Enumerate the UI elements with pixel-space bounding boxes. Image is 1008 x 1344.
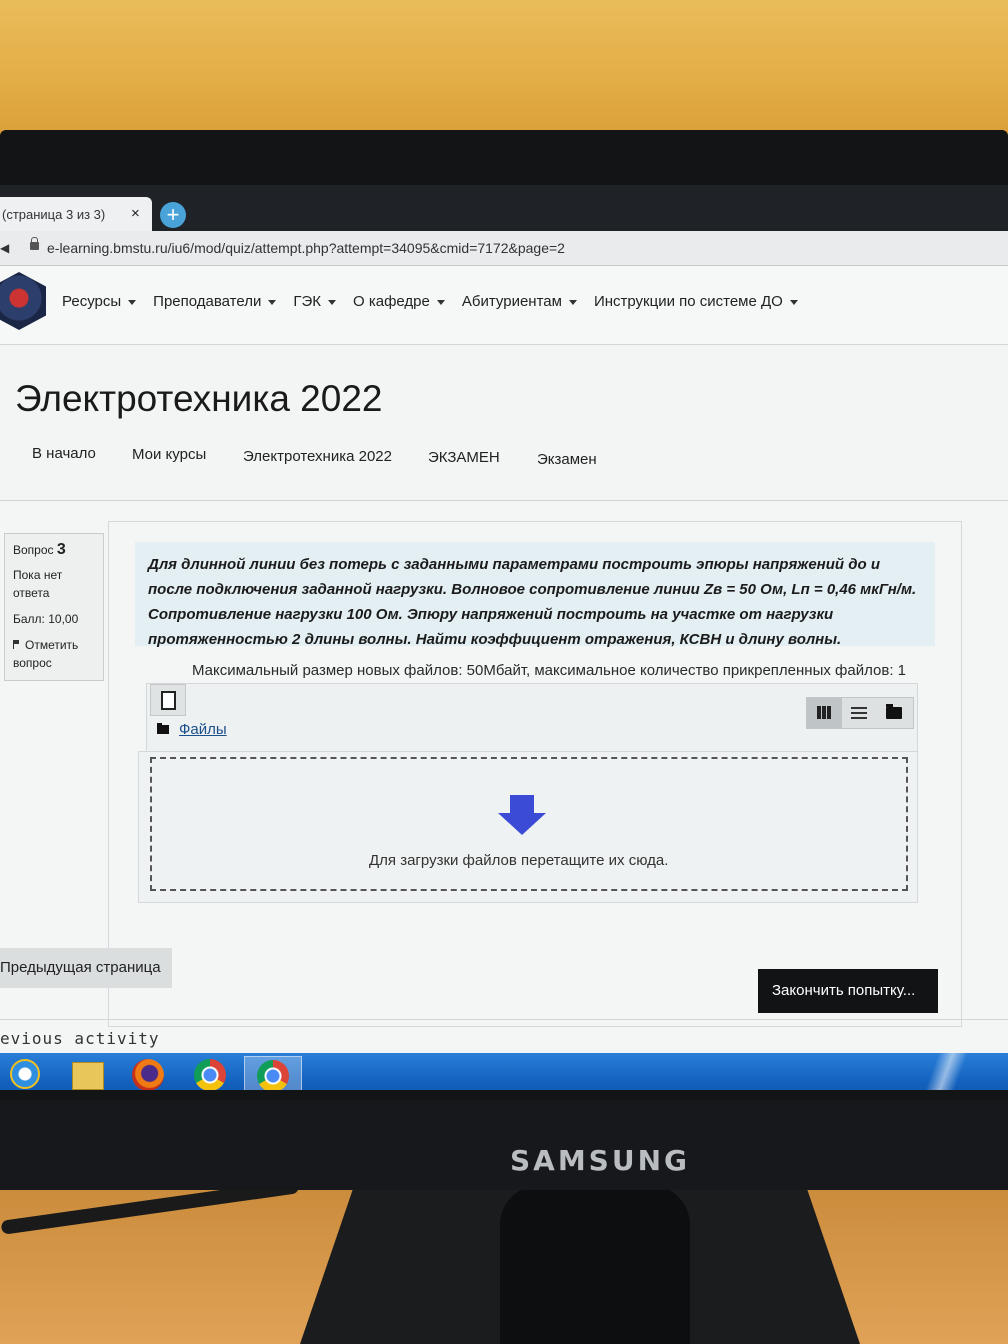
new-tab-button[interactable]: + bbox=[160, 202, 186, 228]
previous-page-label: Предыдущая страница bbox=[0, 959, 161, 976]
list-icon bbox=[851, 706, 867, 719]
wall bbox=[0, 0, 1008, 150]
taskbar-chrome-active[interactable] bbox=[244, 1056, 302, 1090]
files-folder-row[interactable]: Файлы bbox=[157, 721, 227, 738]
site-navbar: Ресурсы Преподаватели ГЭК О кафедре Абит… bbox=[0, 266, 1008, 345]
flag-question-link[interactable]: Отметить bbox=[13, 638, 78, 652]
file-explorer-icon bbox=[72, 1062, 104, 1090]
browser-tabbar: (страница 3 из 3) × + bbox=[0, 185, 1008, 231]
nav-about-label: О кафедре bbox=[353, 293, 430, 310]
view-tree-button[interactable] bbox=[877, 698, 912, 728]
caret-down-icon bbox=[436, 299, 445, 305]
caret-down-icon bbox=[268, 299, 277, 305]
previous-page-button[interactable]: Предыдущая страница bbox=[0, 948, 172, 988]
screen-glare bbox=[880, 1053, 1008, 1090]
flag-icon bbox=[13, 640, 21, 649]
document-icon bbox=[161, 691, 176, 710]
breadcrumb-exam-section[interactable]: ЭКЗАМЕН bbox=[428, 449, 500, 466]
monitor-stand-neck bbox=[500, 1185, 690, 1344]
folder-icon bbox=[886, 704, 902, 719]
download-arrow-icon bbox=[498, 795, 546, 837]
files-link[interactable]: Файлы bbox=[179, 721, 227, 738]
previous-activity-label: evious activity bbox=[0, 1029, 160, 1048]
dropzone-text: Для загрузки файлов перетащите их сюда. bbox=[369, 852, 669, 869]
view-list-button[interactable] bbox=[842, 698, 877, 728]
caret-down-icon bbox=[128, 299, 137, 305]
monitor-brand: SAMSUNG bbox=[509, 1144, 691, 1177]
flag-question-line2[interactable]: вопрос bbox=[13, 656, 52, 670]
university-logo-icon[interactable] bbox=[0, 272, 46, 330]
nav-instructions-label: Инструкции по системе ДО bbox=[593, 293, 783, 310]
question-score: Балл: 10,00 bbox=[13, 612, 79, 626]
caret-down-icon bbox=[789, 299, 798, 305]
flag-question-label: Отметить bbox=[25, 638, 79, 652]
question-number: Вопрос 3 bbox=[13, 541, 66, 559]
navbar-menu: Ресурсы Преподаватели ГЭК О кафедре Абит… bbox=[62, 293, 815, 310]
caret-down-icon bbox=[568, 299, 577, 305]
grid-icon bbox=[817, 706, 831, 719]
url-text[interactable]: e-learning.bmstu.ru/iu6/mod/quiz/attempt… bbox=[47, 240, 565, 256]
taskbar-file-explorer[interactable] bbox=[58, 1056, 114, 1090]
tab-title: (страница 3 из 3) bbox=[2, 207, 106, 222]
view-icons-button[interactable] bbox=[807, 698, 842, 728]
taskbar-firefox[interactable] bbox=[120, 1056, 176, 1090]
close-icon[interactable]: × bbox=[131, 205, 140, 222]
question-text: Для длинной линии без потерь с заданными… bbox=[148, 556, 917, 648]
finish-attempt-button[interactable]: Закончить попытку... bbox=[758, 969, 938, 1013]
page-title: Электротехника 2022 bbox=[15, 378, 383, 419]
back-arrow-icon[interactable]: ◀ bbox=[0, 241, 9, 255]
nav-gek-label: ГЭК bbox=[293, 293, 321, 310]
nav-instructions[interactable]: Инструкции по системе ДО bbox=[594, 293, 798, 310]
file-limits: Максимальный размер новых файлов: 50Мбай… bbox=[192, 662, 907, 679]
add-file-button[interactable] bbox=[150, 684, 186, 716]
nav-teachers[interactable]: Преподаватели bbox=[153, 293, 277, 310]
internet-explorer-icon bbox=[10, 1059, 40, 1089]
nav-about[interactable]: О кафедре bbox=[353, 293, 445, 310]
question-label: Вопрос bbox=[13, 543, 54, 557]
question-status-line1: Пока нет bbox=[13, 568, 63, 582]
chrome-icon bbox=[257, 1060, 289, 1090]
screen: (страница 3 из 3) × + ◀ e-learning.bmstu… bbox=[0, 185, 1008, 1090]
folder-icon bbox=[157, 723, 169, 734]
page-header: Электротехника 2022 В начало Мои курсы Э… bbox=[0, 345, 1008, 501]
chrome-icon bbox=[194, 1059, 226, 1090]
taskbar-internet-explorer[interactable] bbox=[0, 1056, 56, 1090]
nav-resources[interactable]: Ресурсы bbox=[62, 293, 137, 310]
lock-icon[interactable] bbox=[30, 237, 39, 250]
question-info: Вопрос 3 Пока нет ответа Балл: 10,00 Отм… bbox=[4, 533, 104, 681]
breadcrumb-home[interactable]: В начало bbox=[32, 445, 96, 462]
browser-tab[interactable]: (страница 3 из 3) × bbox=[0, 197, 152, 231]
file-manager-toolbar bbox=[146, 683, 918, 753]
divider bbox=[0, 1019, 1008, 1020]
nav-applicants-label: Абитуриентам bbox=[461, 293, 562, 310]
nav-gek[interactable]: ГЭК bbox=[293, 293, 336, 310]
firefox-icon bbox=[132, 1059, 164, 1090]
breadcrumb-my-courses[interactable]: Мои курсы bbox=[132, 446, 206, 463]
nav-teachers-label: Преподаватели bbox=[153, 293, 262, 310]
finish-attempt-label: Закончить попытку... bbox=[772, 982, 916, 999]
question-number-value: 3 bbox=[56, 541, 66, 558]
question-status-line2: ответа bbox=[13, 586, 50, 600]
windows-taskbar bbox=[0, 1053, 1008, 1090]
view-switcher bbox=[806, 697, 914, 729]
nav-resources-label: Ресурсы bbox=[62, 293, 122, 310]
breadcrumb-course[interactable]: Электротехника 2022 bbox=[243, 448, 392, 465]
breadcrumb-exam[interactable]: Экзамен bbox=[537, 451, 597, 468]
taskbar-chrome[interactable] bbox=[182, 1056, 238, 1090]
caret-down-icon bbox=[328, 299, 336, 305]
nav-applicants[interactable]: Абитуриентам bbox=[462, 293, 577, 310]
address-bar[interactable]: ◀ e-learning.bmstu.ru/iu6/mod/quiz/attem… bbox=[0, 231, 1008, 266]
